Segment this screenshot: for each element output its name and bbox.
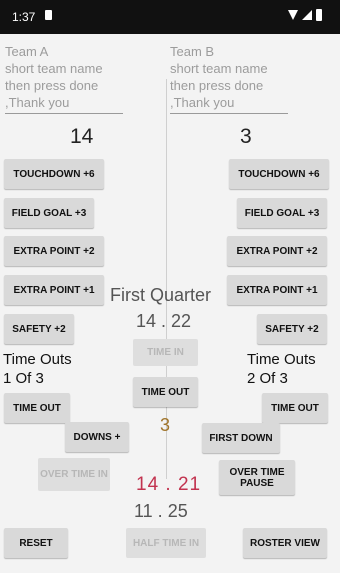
status-time: 1:37 [12, 10, 36, 24]
team-a-time-outs-label: Time Outs [3, 351, 72, 368]
half-time-in-button[interactable]: HALF TIME IN [126, 528, 206, 558]
team-a-field-goal-button[interactable]: FIELD GOAL +3 [4, 198, 94, 228]
signal-icon [302, 10, 312, 20]
center-time-out-button[interactable]: TIME OUT [133, 377, 198, 407]
secondary-clock: 11 . 25 [134, 501, 188, 521]
status-bar: 1:37 [0, 0, 340, 34]
team-b-time-out-button[interactable]: TIME OUT [262, 393, 328, 423]
team-b-time-outs-count: 2 Of 3 [247, 370, 288, 387]
team-b-score: 3 [240, 125, 252, 148]
reset-button[interactable]: RESET [4, 528, 68, 558]
overtime-clock: 14 . 21 [136, 474, 202, 495]
over-time-pause-button[interactable]: OVER TIME PAUSE [219, 460, 295, 495]
scoreboard-screen: Team A short team name then press done ,… [0, 34, 340, 573]
quarter-label: First Quarter [110, 285, 212, 305]
team-a-extra-point-1-button[interactable]: EXTRA POINT +1 [4, 275, 104, 305]
wifi-icon [288, 10, 298, 20]
notification-icon [45, 10, 52, 20]
team-b-extra-point-1-button[interactable]: EXTRA POINT +1 [227, 275, 327, 305]
team-a-touchdown-button[interactable]: TOUCHDOWN +6 [4, 159, 104, 189]
team-a-extra-point-2-button[interactable]: EXTRA POINT +2 [4, 236, 104, 266]
team-a-time-out-button[interactable]: TIME OUT [4, 393, 70, 423]
time-in-button[interactable]: TIME IN [133, 339, 198, 366]
first-down-button[interactable]: FIRST DOWN [202, 423, 280, 453]
downs-button[interactable]: DOWNS + [65, 422, 129, 452]
battery-icon [316, 9, 322, 21]
over-time-in-button[interactable]: OVER TIME IN [38, 458, 110, 491]
game-clock: 14 . 22 [136, 311, 192, 331]
team-a-score: 14 [70, 125, 94, 148]
team-b-safety-button[interactable]: SAFETY +2 [257, 314, 327, 344]
team-b-field-goal-button[interactable]: FIELD GOAL +3 [237, 198, 327, 228]
team-a-time-outs-count: 1 Of 3 [3, 370, 44, 387]
team-b-extra-point-2-button[interactable]: EXTRA POINT +2 [227, 236, 327, 266]
status-icons [288, 9, 322, 21]
team-b-name-input[interactable]: Team B short team name then press done ,… [170, 43, 288, 114]
quarter-number: 3 [160, 415, 171, 435]
team-b-time-outs-label: Time Outs [247, 351, 316, 368]
roster-view-button[interactable]: ROSTER VIEW [243, 528, 327, 558]
team-b-touchdown-button[interactable]: TOUCHDOWN +6 [229, 159, 329, 189]
team-a-safety-button[interactable]: SAFETY +2 [4, 314, 74, 344]
team-a-name-input[interactable]: Team A short team name then press done ,… [5, 43, 123, 114]
